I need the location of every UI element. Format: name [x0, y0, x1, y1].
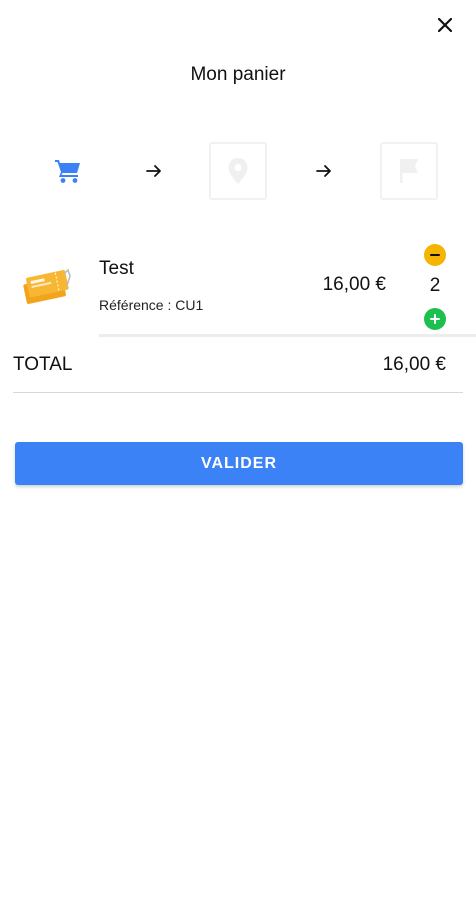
- total-value: 16,00 €: [382, 354, 446, 375]
- page-title: Mon panier: [190, 64, 286, 85]
- cart-page: Mon panier Test Référence: CU1 16,00 € …: [0, 0, 476, 900]
- minus-icon[interactable]: [429, 249, 441, 261]
- total-divider: [13, 392, 463, 393]
- increase-quantity-button[interactable]: [424, 308, 446, 330]
- step-cart: [39, 142, 97, 200]
- arrow-right-icon: [146, 165, 161, 177]
- total-row: TOTAL 16,00 €: [13, 352, 463, 380]
- validate-button[interactable]: VALIDER: [15, 442, 463, 485]
- item-name: Test: [99, 258, 134, 279]
- ticket-icon: [23, 268, 71, 304]
- item-reference: Référence : CU1: [99, 297, 204, 313]
- item-price: 16,00 €: [322, 274, 386, 295]
- checkout-steps: [0, 142, 476, 202]
- step-arrow-1: [144, 161, 164, 181]
- item-quantity: 2: [429, 275, 441, 296]
- step-arrow-2: [314, 161, 334, 181]
- item-divider: [99, 334, 476, 337]
- plus-icon[interactable]: [429, 313, 441, 325]
- step-location: [209, 142, 267, 200]
- close-button[interactable]: [430, 12, 460, 38]
- total-label: TOTAL: [13, 354, 73, 375]
- item-thumbnail: [18, 266, 74, 308]
- flag-icon: [400, 159, 418, 183]
- arrow-right-icon: [316, 165, 331, 177]
- step-confirmation: [380, 142, 438, 200]
- location-pin-icon: [228, 158, 248, 184]
- cart-icon: [55, 160, 80, 183]
- close-icon[interactable]: [438, 18, 452, 32]
- decrease-quantity-button[interactable]: [424, 244, 446, 266]
- cart-item: Test Référence : CU1 16,00 € 2: [0, 244, 476, 338]
